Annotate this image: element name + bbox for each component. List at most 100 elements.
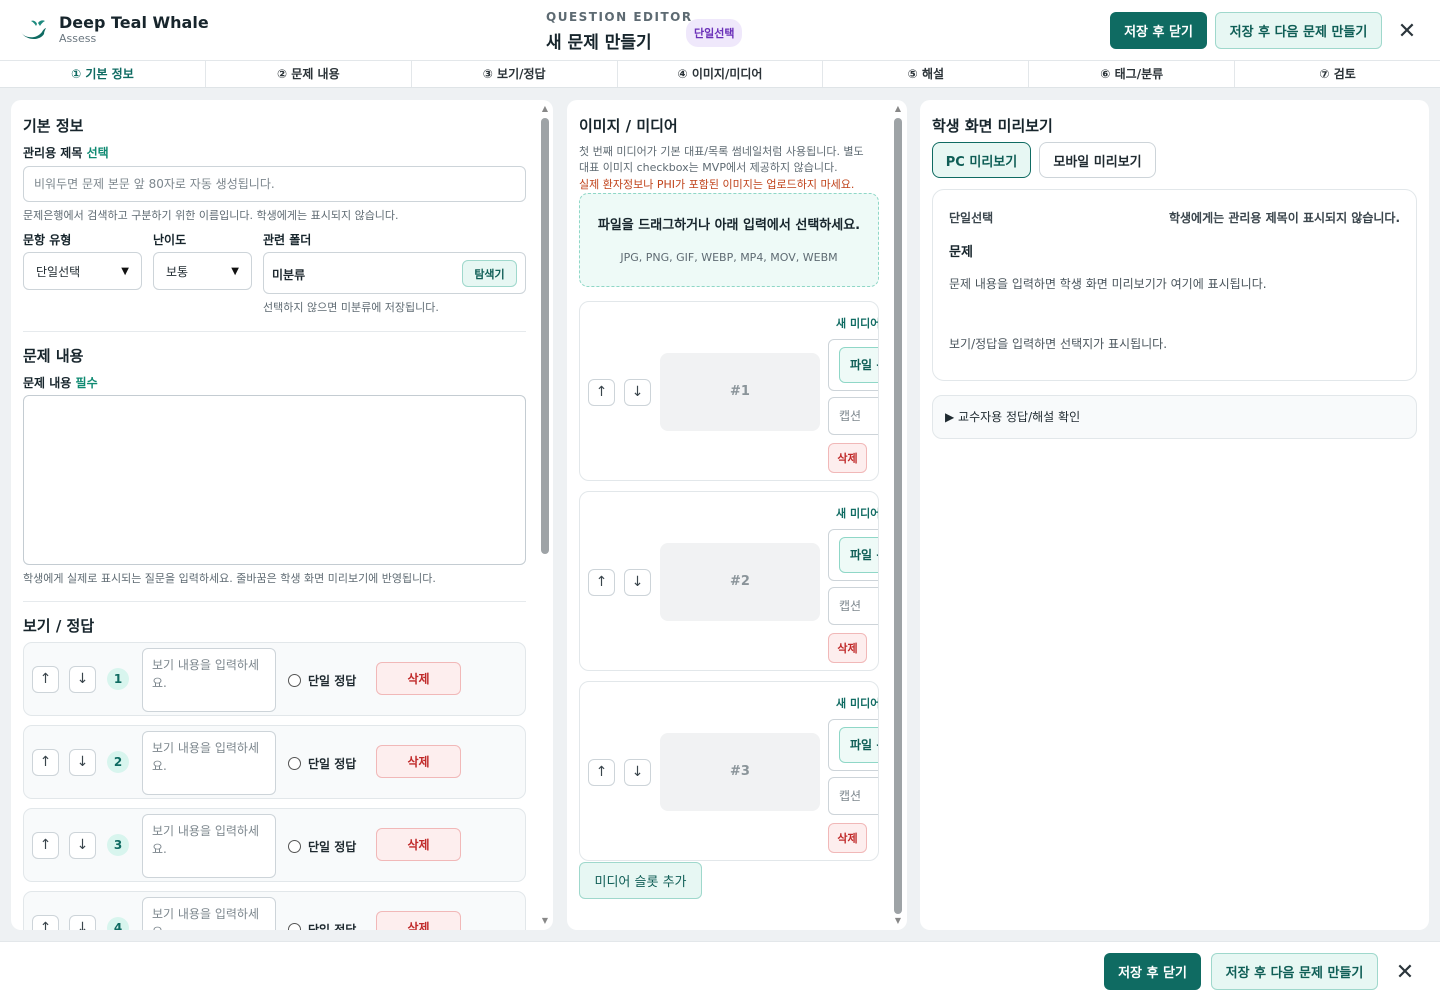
admin-title-label-text: 관리용 제목: [23, 146, 83, 160]
save-close-button[interactable]: 저장 후 닫기: [1110, 12, 1207, 49]
tab-options-answer[interactable]: ③ 보기/정답: [412, 61, 618, 87]
content-title: 문제 내용: [23, 347, 84, 365]
scroll-down-icon[interactable]: ▼: [893, 916, 903, 926]
move-down-button[interactable]: ↓: [624, 569, 651, 596]
add-media-slot-button[interactable]: 미디어 슬롯 추가: [579, 862, 702, 899]
admin-title-label: 관리용 제목 선택: [23, 144, 109, 161]
move-up-button[interactable]: ↑: [588, 759, 615, 786]
media-title: 이미지 / 미디어: [579, 117, 678, 135]
scroll-thumb[interactable]: [541, 118, 549, 554]
close-icon[interactable]: ✕: [1395, 20, 1419, 44]
footer-save-next-button[interactable]: 저장 후 다음 문제 만들기: [1211, 953, 1378, 990]
option-text-input[interactable]: 보기 내용을 입력하세요.: [142, 814, 276, 878]
difficulty-select[interactable]: 보통 ▼: [153, 252, 252, 290]
correct-answer-radio[interactable]: [288, 840, 301, 853]
move-down-button[interactable]: ↓: [69, 832, 96, 859]
brand[interactable]: Deep Teal Whale Assess: [18, 14, 209, 45]
option-text-input[interactable]: 보기 내용을 입력하세요.: [142, 731, 276, 795]
folder-field: 미분류 탐색기: [263, 252, 526, 294]
media-desc-line-2: 대표 이미지 checkbox는 MVP에서 제공하지 않습니다.: [579, 161, 838, 174]
chevron-down-icon: ▼: [231, 265, 239, 277]
tab-explanation[interactable]: ⑤ 해설: [823, 61, 1030, 87]
scroll-up-icon[interactable]: ▲: [893, 104, 903, 114]
delete-media-button[interactable]: 삭제: [828, 823, 867, 853]
delete-option-button[interactable]: 삭제: [376, 662, 461, 695]
close-icon[interactable]: ✕: [1393, 961, 1417, 985]
tab-image-media[interactable]: ④ 이미지/미디어: [618, 61, 824, 87]
question-content-textarea[interactable]: [23, 395, 526, 565]
scroll-down-icon[interactable]: ▼: [540, 916, 550, 926]
delete-option-button[interactable]: 삭제: [376, 911, 461, 930]
option-number: 1: [107, 668, 129, 690]
option-number: 2: [107, 751, 129, 773]
delete-media-button[interactable]: 삭제: [828, 443, 867, 473]
preview-panel: 학생 화면 미리보기 PC 미리보기 모바일 미리보기 단일선택 학생에게는 관…: [920, 100, 1429, 930]
content-label: 문제 내용 필수: [23, 374, 98, 391]
tab-basic-info[interactable]: ① 기본 정보: [0, 61, 206, 87]
admin-title-input[interactable]: [23, 166, 526, 202]
media-slot: 새 미디어 ↑ ↓ #1 파일 선택 캡션 삭제: [579, 301, 879, 481]
media-thumbnail: #3: [660, 733, 820, 811]
mobile-preview-tab[interactable]: 모바일 미리보기: [1039, 142, 1156, 178]
title-block: QUESTION EDITOR 새 문제 만들기: [546, 10, 693, 53]
caption-input[interactable]: 캡션: [828, 397, 878, 435]
pc-preview-tab[interactable]: PC 미리보기: [932, 142, 1031, 178]
divider: [23, 331, 526, 332]
folder-explorer-button[interactable]: 탐색기: [462, 260, 517, 287]
move-up-button[interactable]: ↑: [32, 915, 59, 930]
scroll-up-icon[interactable]: ▲: [540, 104, 550, 114]
option-text-input[interactable]: 보기 내용을 입력하세요.: [142, 897, 276, 930]
preview-question-type: 단일선택: [949, 211, 994, 225]
scrollbar[interactable]: ▲ ▼: [893, 104, 903, 926]
media-slot: 새 미디어 ↑ ↓ #2 파일 선택 캡션 삭제: [579, 491, 879, 671]
file-select-button[interactable]: 파일 선택: [839, 727, 878, 763]
move-up-button[interactable]: ↑: [32, 832, 59, 859]
footer-save-close-button[interactable]: 저장 후 닫기: [1104, 953, 1201, 990]
tab-tags[interactable]: ⑥ 태그/분류: [1029, 61, 1236, 87]
save-next-button[interactable]: 저장 후 다음 문제 만들기: [1215, 12, 1382, 49]
option-text-input[interactable]: 보기 내용을 입력하세요.: [142, 648, 276, 712]
move-down-button[interactable]: ↓: [69, 666, 96, 693]
move-up-button[interactable]: ↑: [32, 666, 59, 693]
file-select-button[interactable]: 파일 선택: [839, 347, 878, 383]
footer-bar: 저장 후 닫기 저장 후 다음 문제 만들기 ✕: [0, 941, 1440, 1000]
scroll-thumb[interactable]: [894, 118, 902, 914]
tab-review[interactable]: ⑦ 검토: [1235, 61, 1440, 87]
folder-hint: 선택하지 않으면 미분류에 저장됩니다.: [263, 301, 439, 314]
correct-answer-radio[interactable]: [288, 923, 301, 930]
move-down-button[interactable]: ↓: [624, 379, 651, 406]
dropzone-formats: JPG, PNG, GIF, WEBP, MP4, MOV, WEBM: [620, 251, 838, 264]
type-value: 단일선택: [36, 264, 81, 279]
app-header: Deep Teal Whale Assess QUESTION EDITOR 새…: [0, 0, 1440, 61]
type-select[interactable]: 단일선택 ▼: [23, 252, 142, 290]
move-up-button[interactable]: ↑: [588, 569, 615, 596]
caption-input[interactable]: 캡션: [828, 777, 878, 815]
delete-option-button[interactable]: 삭제: [376, 745, 461, 778]
move-down-button[interactable]: ↓: [69, 915, 96, 930]
move-down-button[interactable]: ↓: [69, 749, 96, 776]
folder-label: 관련 폴더: [263, 233, 312, 247]
divider: [23, 601, 526, 602]
correct-answer-radio[interactable]: [288, 674, 301, 687]
move-up-button[interactable]: ↑: [588, 379, 615, 406]
correct-answer-radio[interactable]: [288, 757, 301, 770]
content-label-text: 문제 내용: [23, 376, 72, 390]
brand-subtitle: Assess: [59, 32, 97, 45]
delete-media-button[interactable]: 삭제: [828, 633, 867, 663]
move-down-button[interactable]: ↓: [624, 759, 651, 786]
correct-answer-label: 단일 정답: [308, 923, 357, 930]
file-select-button[interactable]: 파일 선택: [839, 537, 878, 573]
delete-option-button[interactable]: 삭제: [376, 828, 461, 861]
new-media-badge: 새 미디어: [836, 507, 879, 520]
instructor-answer-toggle[interactable]: ▶ 교수자용 정답/해설 확인: [932, 395, 1417, 439]
move-up-button[interactable]: ↑: [32, 749, 59, 776]
file-input: 파일 선택: [828, 339, 878, 391]
correct-answer-label: 단일 정답: [308, 674, 357, 688]
tab-question-content[interactable]: ② 문제 내용: [206, 61, 412, 87]
media-dropzone[interactable]: 파일을 드래그하거나 아래 입력에서 선택하세요. JPG, PNG, GIF,…: [579, 193, 879, 287]
caption-input[interactable]: 캡션: [828, 587, 878, 625]
scrollbar[interactable]: ▲ ▼: [540, 104, 550, 926]
option-number: 4: [107, 917, 129, 930]
brand-name: Deep Teal Whale: [59, 13, 209, 32]
difficulty-label: 난이도: [153, 233, 187, 247]
